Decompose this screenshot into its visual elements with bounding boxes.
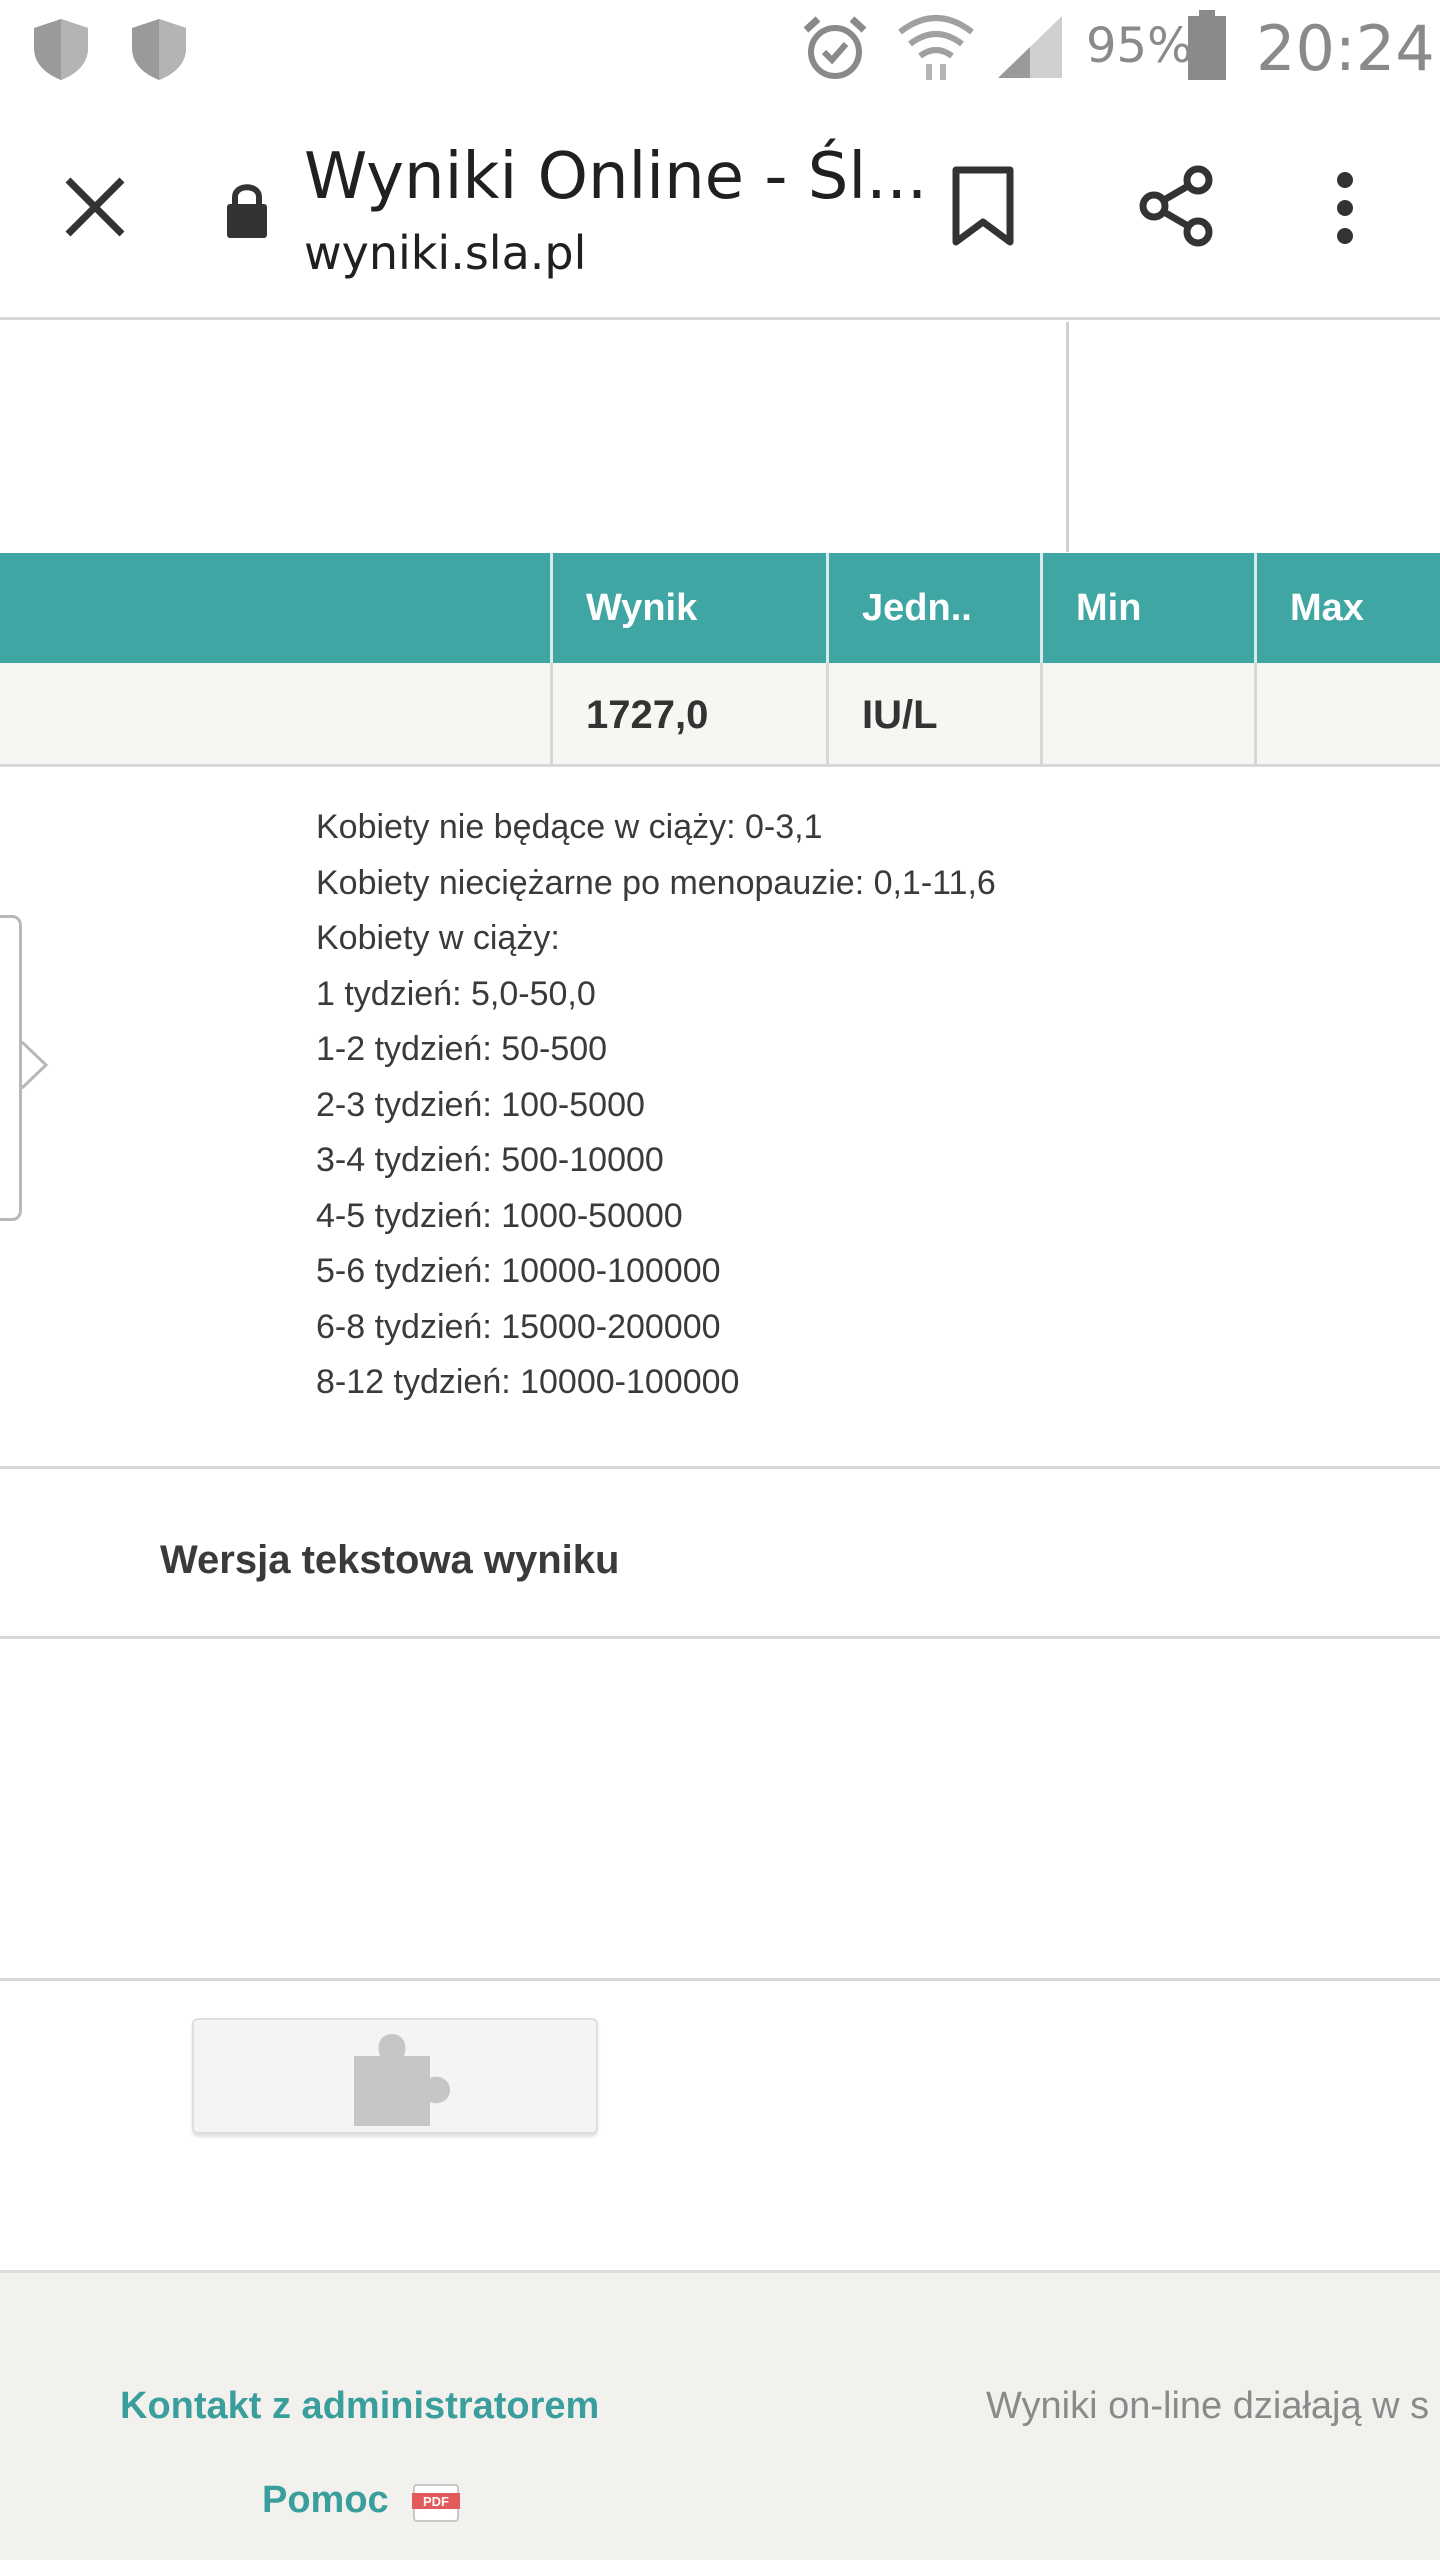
alarm-icon [803,16,867,79]
column-header-min: Min [1076,587,1142,629]
column-header-result: Wynik [586,587,698,629]
page-url[interactable]: wyniki.sla.pl [304,226,586,280]
table-row: 1727,0 IU/L [0,663,1440,767]
clock: 20:24 [1256,12,1435,85]
pdf-icon[interactable]: PDF [410,2483,462,2523]
reference-range-line: 8-12 tydzień: 10000-100000 [316,1363,740,1401]
shield-icon [132,19,186,80]
reference-range-line: 1-2 tydzień: 50-500 [316,1030,608,1068]
section-divider [0,1978,1440,1981]
column-divider [1066,322,1069,552]
plugin-placeholder[interactable] [192,2018,598,2134]
puzzle-icon [354,2034,450,2126]
share-icon[interactable] [1136,164,1216,248]
column-header-unit: Jedn.. [862,587,972,629]
header-separator [550,553,553,663]
chevron-right-icon[interactable] [20,1040,50,1090]
row-separator [1040,663,1043,767]
signal-icon [998,16,1062,78]
close-icon[interactable] [62,174,128,240]
lock-icon [227,184,267,238]
header-separator [1040,553,1043,663]
reference-range-line: 2-3 tydzień: 100-5000 [316,1085,645,1124]
result-unit: IU/L [862,693,938,737]
status-bar: 95% 20:24 [0,0,1440,98]
reference-range-line: Kobiety nieciężarne po menopauzie: 0,1-1… [316,863,996,902]
text-version-toggle[interactable]: Wersja tekstowa wyniku [160,1538,619,1583]
more-vert-icon[interactable] [1330,168,1360,248]
column-header-max: Max [1290,587,1364,629]
section-divider [0,1636,1440,1639]
section-divider [0,1466,1440,1469]
reference-range-line: 5-6 tydzień: 10000-100000 [316,1252,721,1290]
battery-percent: 95% [1086,18,1193,74]
reference-range-line: Kobiety nie będące w ciąży: 0-3,1 [316,808,823,846]
shield-icon [34,19,88,80]
reference-range-line: 1 tydzień: 5,0-50,0 [316,974,596,1013]
browser-toolbar: Wyniki Online - Śl... wyniki.sla.pl [0,98,1440,320]
contact-admin-link[interactable]: Kontakt z administratorem [120,2385,599,2428]
side-panel-toggle[interactable] [0,915,22,1221]
header-separator [1254,553,1257,663]
reference-range-line: 6-8 tydzień: 15000-200000 [316,1307,721,1346]
header-separator [826,553,829,663]
results-table-header: Wynik Jedn.. Min Max [0,553,1440,663]
help-link[interactable]: Pomoc [262,2479,389,2522]
footer-note: Wyniki on-line działają w s [986,2385,1430,2427]
wifi-icon [898,15,974,80]
pdf-badge-text: PDF [423,2494,449,2509]
row-separator [826,663,829,767]
reference-range-line: 3-4 tydzień: 500-10000 [316,1141,664,1179]
bookmark-icon[interactable] [950,166,1016,246]
reference-ranges: Kobiety nie będące w ciąży: 0-3,1 Kobiet… [316,800,1316,1411]
result-value: 1727,0 [586,693,709,737]
battery-icon [1188,10,1226,80]
reference-range-line: Kobiety w ciąży: [316,919,560,957]
reference-range-line: 4-5 tydzień: 1000-50000 [316,1196,683,1235]
row-separator [550,663,553,767]
page-title: Wyniki Online - Śl... [304,140,928,214]
footer: Kontakt z administratorem Wyniki on-line… [0,2270,1440,2560]
row-separator [1254,663,1257,767]
